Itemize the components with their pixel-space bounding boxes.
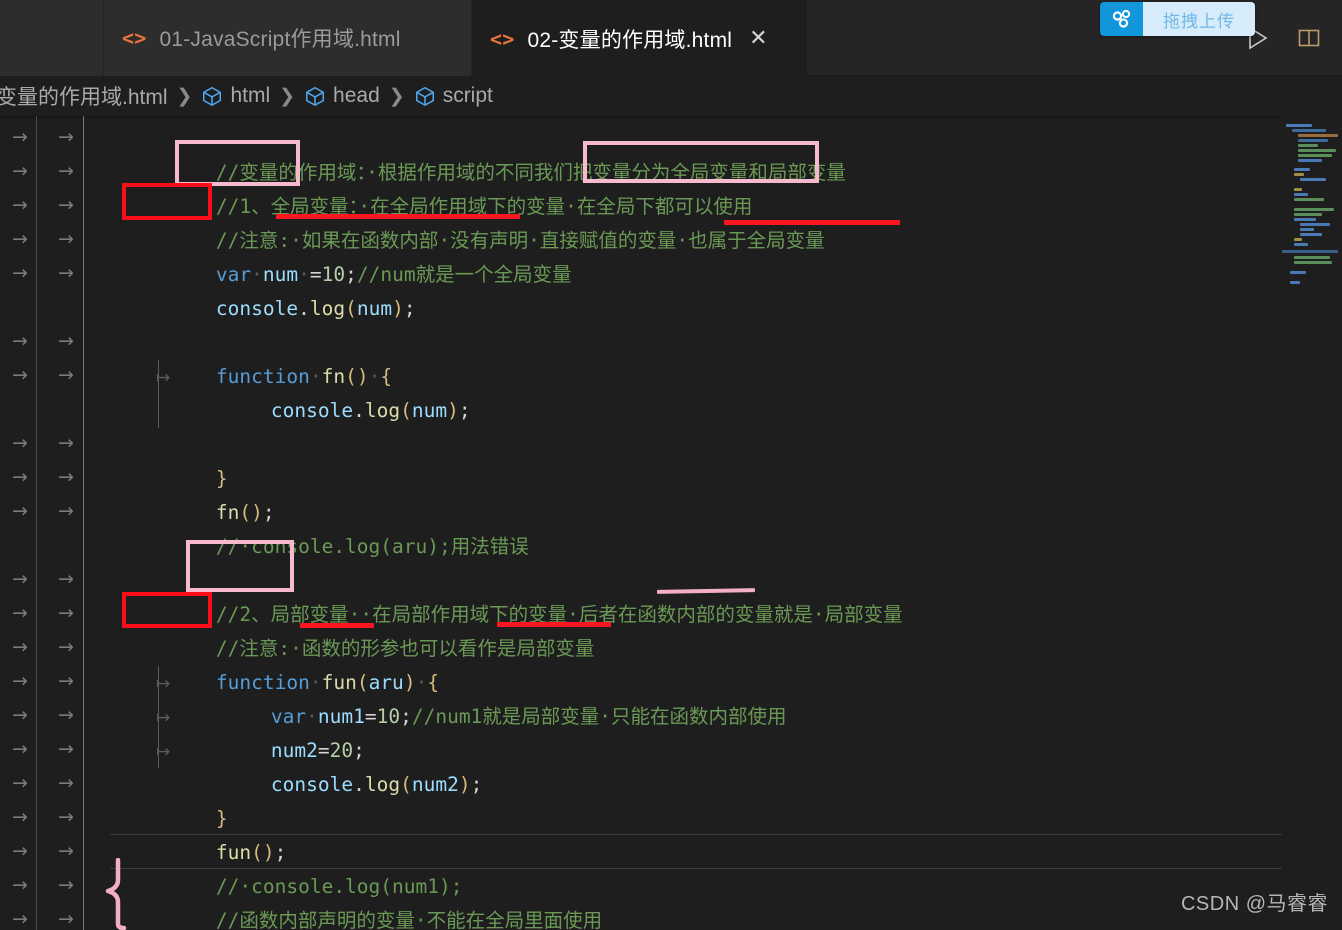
code-token-punct: . [353, 773, 365, 796]
code-line: function·fn()·{ [122, 326, 392, 388]
cube-symbol-icon [304, 85, 333, 107]
vscode-window: <> 01-JavaScript作用域.html <> 02-变量的作用域.ht… [0, 0, 1342, 930]
code-token-operator: = [364, 705, 377, 728]
code-token-variable: num2 [411, 773, 459, 796]
close-icon[interactable]: ✕ [749, 27, 768, 50]
code-token-variable: num [411, 399, 448, 422]
code-token-punct: ; [400, 705, 412, 728]
breadcrumb-item-file[interactable]: 变量的作用域.html [0, 81, 168, 111]
breadcrumb-item-head[interactable]: head [304, 84, 380, 108]
code-token-punct: ; [458, 399, 471, 422]
minimap[interactable] [1282, 116, 1342, 930]
code-line: } [122, 768, 228, 830]
code-token-object: console [215, 297, 299, 320]
cloud-upload-icon [1100, 2, 1143, 36]
code-line: //但是·全局里声明的变量·能在函数内部使用 [122, 904, 614, 930]
code-token-punct: ; [403, 297, 416, 320]
code-token-object: console [270, 399, 354, 422]
code-token-paren: ( [345, 297, 357, 320]
code-line: function·fun(aru)·{ [122, 632, 439, 694]
drag-upload-label: 拖拽上传 [1143, 2, 1255, 36]
breadcrumb-item-html[interactable]: html [201, 84, 270, 108]
code-line: //2、局部变量··在局部作用域下的变量·后者在函数内部的变量就是·局部变量 [122, 564, 903, 626]
code-content[interactable]: //变量的作用域：·根据作用域的不同我们把变量分为全局变量和局部变量 //1、全… [0, 116, 1342, 930]
code-line: //·console.log(aru);用法错误 [122, 496, 529, 558]
chevron-right-icon: ❯ [388, 85, 405, 107]
breadcrumb-item-script[interactable]: script [414, 84, 493, 108]
breadcrumb-label: 变量的作用域.html [0, 86, 168, 109]
code-token-object: console [270, 773, 354, 796]
code-line: num2=20; [177, 700, 365, 762]
code-token-paren: ) [458, 773, 471, 796]
code-line: //函数内部声明的变量·不能在全局里面使用 [122, 870, 602, 930]
tab-label: 01-JavaScript作用域.html [159, 28, 401, 51]
editor-tab-bar: <> 01-JavaScript作用域.html <> 02-变量的作用域.ht… [0, 0, 1342, 76]
editor-actions [1242, 0, 1332, 76]
code-line: //注意:·函数的形参也可以看作是局部变量 [122, 598, 594, 660]
chevron-right-icon: ❯ [176, 85, 193, 107]
code-token-punct: . [298, 297, 310, 320]
breadcrumb-label: html [230, 84, 271, 107]
tab-02-variable-scope[interactable]: <> 02-变量的作用域.html ✕ [472, 0, 807, 76]
code-line: } [122, 428, 228, 490]
code-line: var·num·=10;//num就是一个全局变量 [122, 224, 572, 286]
code-line: fun(); [122, 802, 286, 864]
csdn-watermark: CSDN @马睿睿 [1180, 893, 1328, 915]
code-token-comment: //·console.log(aru);用法错误 [215, 535, 529, 558]
breadcrumb: 变量的作用域.html ❯ html ❯ head ❯ script [0, 76, 1342, 116]
tab-label: 02-变量的作用域.html [527, 28, 733, 52]
code-token-method: log [364, 773, 401, 796]
code-token-method: log [309, 297, 346, 320]
code-token-number: 10 [376, 705, 401, 728]
breadcrumb-label: script [442, 84, 493, 107]
split-panel-icon[interactable] [1294, 23, 1324, 53]
code-line: //注意:·如果在函数内部·没有声明·直接赋值的变量·也属于全局变量 [122, 190, 825, 252]
code-line: console.log(num); [122, 258, 416, 320]
code-line: console.log(num); [177, 360, 471, 422]
code-token-punct: ; [470, 773, 483, 796]
html-file-icon: <> [490, 26, 515, 51]
code-line: console.log(num2); [177, 734, 482, 796]
code-line: //变量的作用域：·根据作用域的不同我们把变量分为全局变量和局部变量 [122, 122, 846, 184]
code-token-paren: ( [400, 399, 412, 422]
code-token-paren: ) [447, 399, 459, 422]
code-editor[interactable]: → → → → → → → → → → → → → → → → → → → → → → → → → → →… [0, 116, 1342, 930]
code-line: //·console.log(num1); [122, 836, 463, 898]
breadcrumb-label: head [333, 84, 380, 107]
html-file-icon: <> [122, 26, 147, 50]
code-line: var·num1=10;//num1就是局部变量·只能在函数内部使用 [177, 666, 787, 728]
code-token-paren: ( [400, 773, 412, 796]
cube-symbol-icon [201, 85, 230, 107]
code-line: //1、全局变量：·在全局作用域下的变量·在全局下都可以使用 [122, 156, 752, 218]
code-token-method: log [364, 399, 401, 422]
code-token-paren: ) [392, 297, 404, 320]
chevron-right-icon: ❯ [279, 85, 296, 107]
code-token-variable: num [356, 297, 393, 320]
cube-symbol-icon [414, 85, 443, 107]
code-token-punct: . [353, 399, 365, 422]
code-line: fn(); [122, 462, 275, 524]
tab-01-javascript-scope[interactable]: <> 01-JavaScript作用域.html [104, 0, 472, 76]
tab-bar-left-strip [0, 0, 104, 76]
drag-upload-widget[interactable]: 拖拽上传 [1100, 2, 1255, 36]
code-token-comment: //num1就是局部变量·只能在函数内部使用 [411, 705, 787, 728]
